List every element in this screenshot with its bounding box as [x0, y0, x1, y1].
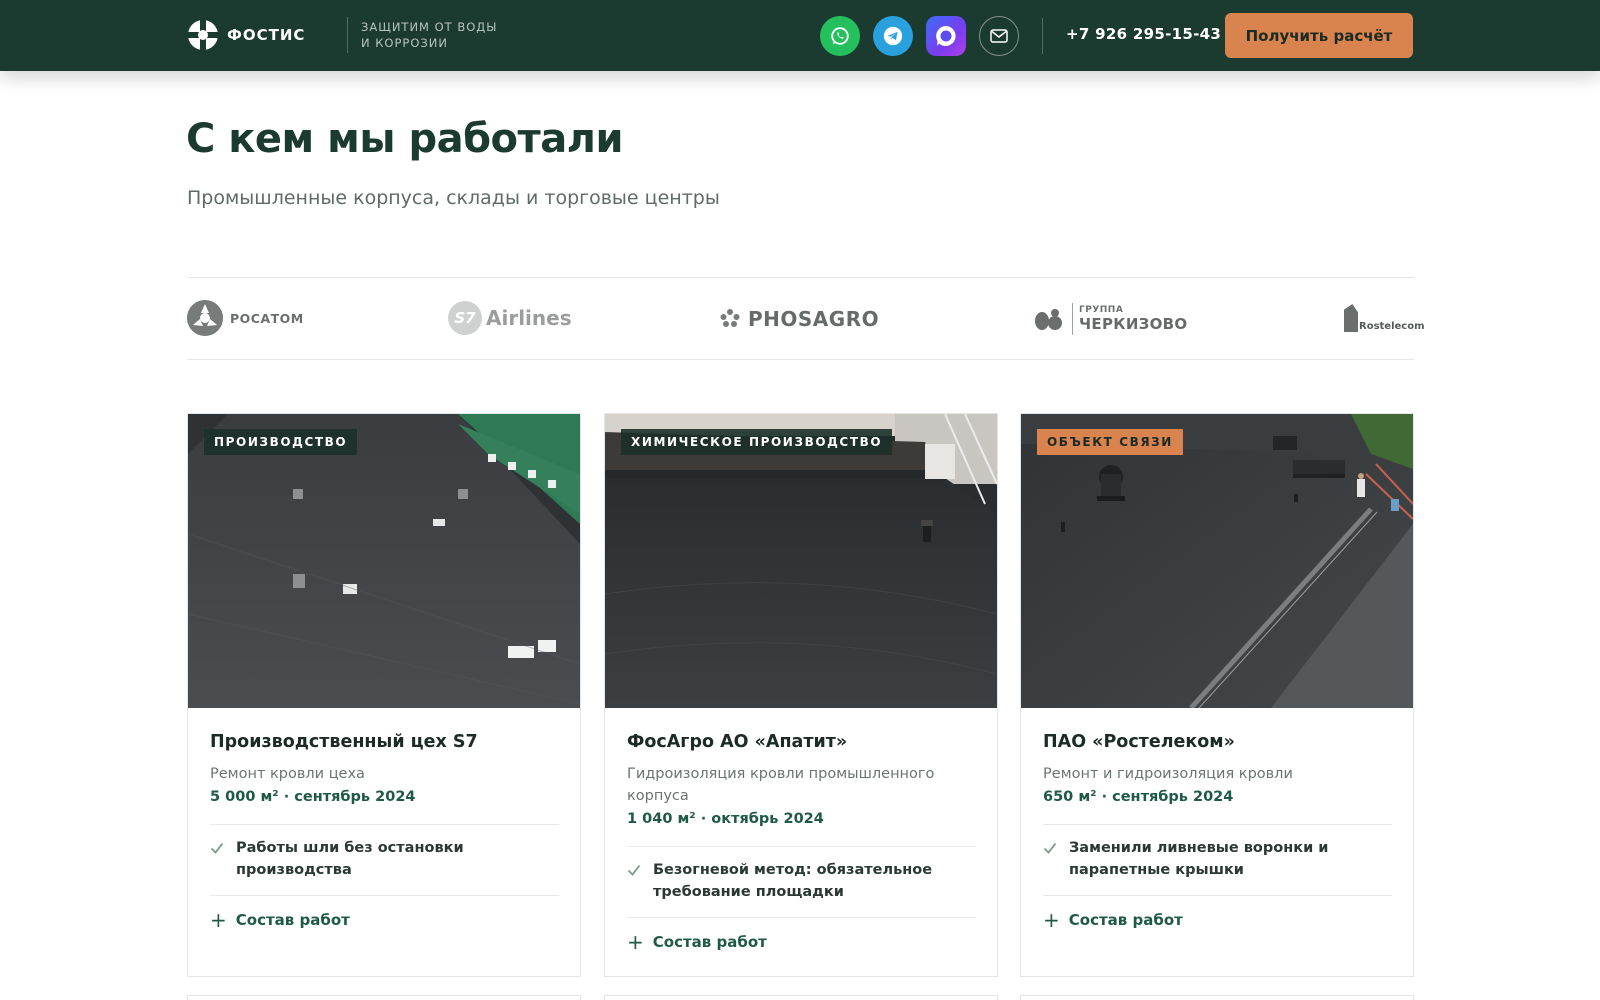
project-photo-roof-rostelecom: объект связи	[1021, 414, 1413, 708]
card-divider	[210, 824, 559, 825]
client-logo-cherkizovo: ГРУППА ЧЕРКИЗОВО	[1034, 303, 1187, 335]
project-feature-text: Безогневой метод: обязательное требовани…	[653, 862, 933, 900]
get-quote-button[interactable]: Получить расчёт	[1225, 13, 1413, 58]
project-works-toggle[interactable]: + Состав работ	[210, 910, 350, 930]
project-description: Ремонт и гидроизоляция кровли	[1043, 766, 1293, 782]
client-logo-rostelecom: Rostelecom	[1344, 304, 1425, 332]
section-subtitle: Промышленные корпуса, склады и торговые …	[187, 187, 720, 209]
project-description: Ремонт кровли цеха	[210, 766, 365, 782]
next-card-edge	[187, 995, 581, 1000]
cherkizovo-small-text: ГРУППА	[1079, 305, 1124, 315]
s7-text: Airlines	[486, 306, 572, 330]
project-title: Производственный цех S7	[210, 732, 478, 752]
mail-button[interactable]	[979, 16, 1019, 56]
tagline-line-1: ЗАЩИТИМ ОТ ВОДЫ	[361, 20, 498, 34]
project-feature-text: Заменили ливневые воронки и парапетные к…	[1069, 840, 1329, 878]
project-photo-roof-s7: производство	[188, 414, 580, 708]
logo-text: ФОСТИС	[227, 26, 306, 44]
project-works-toggle[interactable]: + Состав работ	[1043, 910, 1183, 930]
max-messenger-icon	[936, 26, 956, 46]
project-works-label: Состав работ	[1068, 911, 1183, 929]
s7-icon: S7	[448, 301, 482, 335]
phosagro-text: PHOSAGRO	[748, 307, 880, 331]
tagline: ЗАЩИТИМ ОТ ВОДЫ И КОРРОЗИИ	[361, 19, 497, 51]
roof-photo	[605, 414, 997, 708]
header-divider	[1042, 18, 1043, 54]
roof-photo	[188, 414, 580, 708]
check-icon	[210, 842, 224, 854]
project-feature: Заменили ливневые воронки и парапетные к…	[1043, 837, 1393, 881]
card-divider	[210, 895, 559, 896]
site-header: ФОСТИС ЗАЩИТИМ ОТ ВОДЫ И КОРРОЗИИ +7 926…	[0, 0, 1600, 71]
next-card-edge	[1020, 995, 1414, 1000]
card-divider	[627, 846, 976, 847]
project-feature: Работы шли без остановки производства	[210, 837, 560, 881]
project-area-date: 1 040 м² · октябрь 2024	[627, 811, 824, 827]
rostelecom-icon	[1344, 304, 1358, 332]
project-category-tag: объект связи	[1037, 429, 1183, 455]
telegram-button[interactable]	[873, 16, 913, 56]
project-feature-text: Работы шли без остановки производства	[236, 840, 464, 878]
project-title: ФосАгро АО «Апатит»	[627, 732, 848, 752]
cherkizovo-name: ЧЕРКИЗОВО	[1079, 315, 1188, 333]
plus-icon: +	[1043, 908, 1060, 932]
whatsapp-button[interactable]	[820, 16, 860, 56]
phosagro-flower-icon	[720, 309, 740, 327]
check-icon	[627, 864, 641, 876]
next-card-edge	[604, 995, 998, 1000]
card-divider	[627, 917, 976, 918]
cherkizovo-icon	[1035, 309, 1062, 330]
max-messenger-button[interactable]	[926, 16, 966, 56]
logo-mark-icon	[188, 20, 218, 50]
project-works-toggle[interactable]: + Состав работ	[627, 932, 767, 952]
rosatom-text: РОСАТОМ	[230, 310, 304, 326]
logos-strip-top-border	[187, 277, 1414, 278]
logo[interactable]: ФОСТИС	[187, 18, 305, 52]
client-logo-phosagro: PHOSAGRO	[718, 307, 879, 331]
project-card[interactable]: химическое производство ФосАгро АО «Апат…	[604, 413, 998, 977]
tagline-line-2: И КОРРОЗИИ	[361, 36, 448, 50]
project-category-tag: химическое производство	[621, 429, 893, 455]
plus-icon: +	[210, 908, 227, 932]
project-works-label: Состав работ	[235, 911, 350, 929]
project-area-date: 5 000 м² · сентябрь 2024	[210, 789, 416, 805]
rostelecom-text: Rostelecom	[1359, 321, 1425, 332]
cherkizovo-text: ГРУППА ЧЕРКИЗОВО	[1079, 305, 1187, 333]
project-photo-roof-phosagro: химическое производство	[605, 414, 997, 708]
whatsapp-icon	[831, 27, 849, 45]
section-title: С кем мы работали	[186, 116, 624, 162]
roof-photo	[1021, 414, 1413, 708]
logo-divider	[347, 17, 348, 53]
project-card[interactable]: объект связи ПАО «Ростелеком» Ремонт и г…	[1020, 413, 1414, 977]
client-logo-rosatom: РОСАТОМ	[187, 300, 304, 336]
card-divider	[1043, 824, 1392, 825]
phone-link[interactable]: +7 926 295-15-43	[1066, 25, 1221, 43]
project-description: Гидроизоляция кровли промышленного корпу…	[627, 766, 935, 804]
project-category-tag: производство	[204, 429, 358, 455]
project-title: ПАО «Ростелеком»	[1043, 732, 1235, 752]
logos-strip-bottom-border	[187, 359, 1414, 360]
plus-icon: +	[627, 930, 644, 954]
project-works-label: Состав работ	[652, 933, 767, 951]
project-card[interactable]: производство Производственный цех S7 Рем…	[187, 413, 581, 977]
telegram-icon	[883, 26, 903, 46]
client-logo-s7: S7 Airlines	[448, 301, 572, 335]
card-divider	[1043, 895, 1392, 896]
project-feature: Безогневой метод: обязательное требовани…	[627, 859, 977, 903]
mail-icon	[990, 29, 1008, 43]
cherkizovo-divider	[1072, 303, 1073, 335]
project-area-date: 650 м² · сентябрь 2024	[1043, 789, 1234, 805]
check-icon	[1043, 842, 1057, 854]
rosatom-icon	[187, 300, 223, 336]
